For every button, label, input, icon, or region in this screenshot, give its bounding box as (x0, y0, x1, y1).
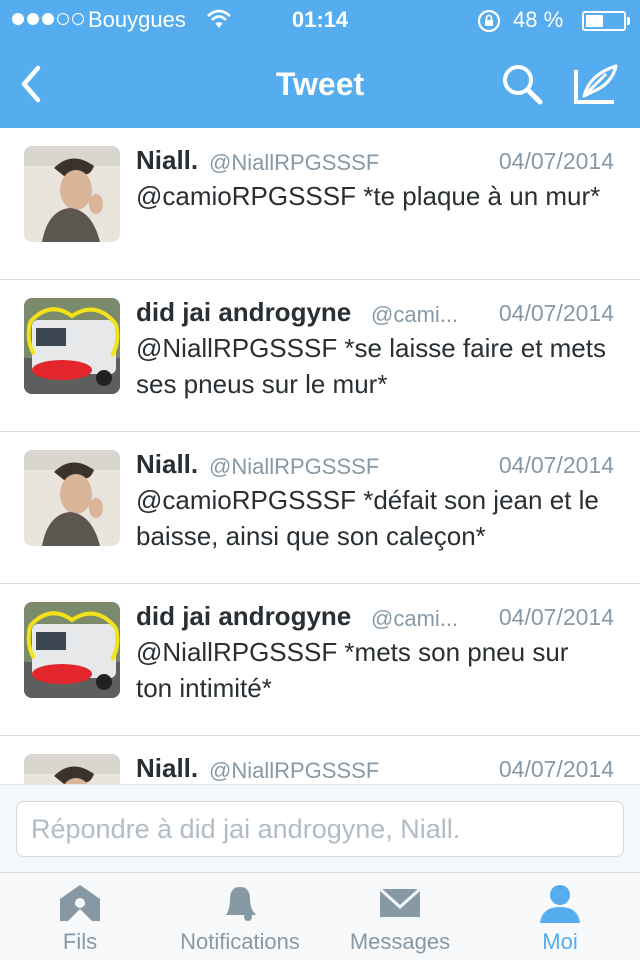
avatar[interactable] (24, 450, 120, 546)
envelope-icon (378, 887, 422, 917)
tab-notifications[interactable]: Notifications (160, 873, 320, 960)
battery-tip (627, 17, 630, 25)
tab-label: Moi (542, 929, 578, 954)
tweet-date: 04/07/2014 (498, 148, 614, 174)
avatar-photo-van (24, 298, 120, 394)
status-bar: Bouygues 01:14 48 % (0, 0, 640, 40)
tweet-text: @NiallRPGSSSF *se laisse faire et mets s… (136, 333, 606, 399)
rotation-lock-icon (477, 9, 501, 33)
tweet-author-handle: @NiallRPGSSSF (209, 150, 380, 175)
tab-label: Messages (349, 929, 451, 954)
tweet-author-name[interactable]: did jai androgyne (136, 297, 351, 328)
tweet-author-handle: @NiallRPGSSSF (209, 758, 380, 783)
tweet-row[interactable]: Niall. @NiallRPGSSSF 04/07/2014 (0, 736, 640, 784)
tweet-text: @camioRPGSSSF *te plaque à un mur* (136, 181, 601, 211)
avatar[interactable] (24, 146, 120, 242)
tab-bar: Fils Notifications Messages Moi (0, 872, 640, 960)
tweet-date: 04/07/2014 (498, 604, 614, 630)
person-icon (540, 885, 580, 923)
reply-input[interactable] (16, 801, 624, 857)
avatar-photo-van (24, 602, 120, 698)
search-icon[interactable] (498, 60, 546, 108)
tweet-date: 04/07/2014 (498, 756, 614, 782)
avatar[interactable] (24, 602, 120, 698)
top-bar: Bouygues 01:14 48 % Tweet (0, 0, 640, 128)
bell-icon (226, 887, 256, 921)
home-icon (60, 885, 100, 921)
avatar[interactable] (24, 754, 120, 784)
tab-moi[interactable]: Moi (480, 873, 640, 960)
tweet-row[interactable]: Niall. @NiallRPGSSSF 04/07/2014 @camioRP… (0, 432, 640, 584)
tweet-text: @camioRPGSSSF *défait son jean et le bai… (136, 485, 599, 551)
avatar-photo-niall (24, 450, 120, 546)
tweet-author-handle: @cami... (371, 302, 459, 327)
tab-label: Notifications (180, 929, 300, 954)
tweet-thread[interactable]: Niall. @NiallRPGSSSF 04/07/2014 @camioRP… (0, 128, 640, 784)
tweet-date: 04/07/2014 (498, 300, 614, 326)
battery-level (586, 15, 603, 27)
avatar[interactable] (24, 298, 120, 394)
tweet-author-handle: @cami... (371, 606, 459, 631)
tab-label: Fils (62, 929, 98, 954)
tab-messages[interactable]: Messages (320, 873, 480, 960)
tweet-row[interactable]: Niall. @NiallRPGSSSF 04/07/2014 @camioRP… (0, 128, 640, 280)
tab-fils[interactable]: Fils (0, 873, 160, 960)
tweet-row[interactable]: did jai androgyne @cami... 04/07/2014 @N… (0, 280, 640, 432)
battery-percent: 48 % (513, 7, 564, 32)
compose-feather-icon[interactable] (570, 60, 622, 108)
avatar-photo-niall (24, 754, 120, 784)
tweet-date: 04/07/2014 (498, 452, 614, 478)
tweet-author-name[interactable]: Niall. (136, 145, 198, 176)
nav-bar: Tweet (0, 40, 640, 128)
avatar-photo-niall (24, 146, 120, 242)
battery-icon (582, 11, 626, 31)
tweet-author-name[interactable]: did jai androgyne (136, 601, 351, 632)
tweet-row[interactable]: did jai androgyne @cami... 04/07/2014 @N… (0, 584, 640, 736)
tweet-author-handle: @NiallRPGSSSF (209, 454, 380, 479)
tweet-text: @NiallRPGSSSF *mets son pneu sur ton int… (136, 637, 569, 703)
tweet-author-name[interactable]: Niall. (136, 753, 198, 784)
tweet-author-name[interactable]: Niall. (136, 449, 198, 480)
reply-bar (0, 784, 640, 872)
